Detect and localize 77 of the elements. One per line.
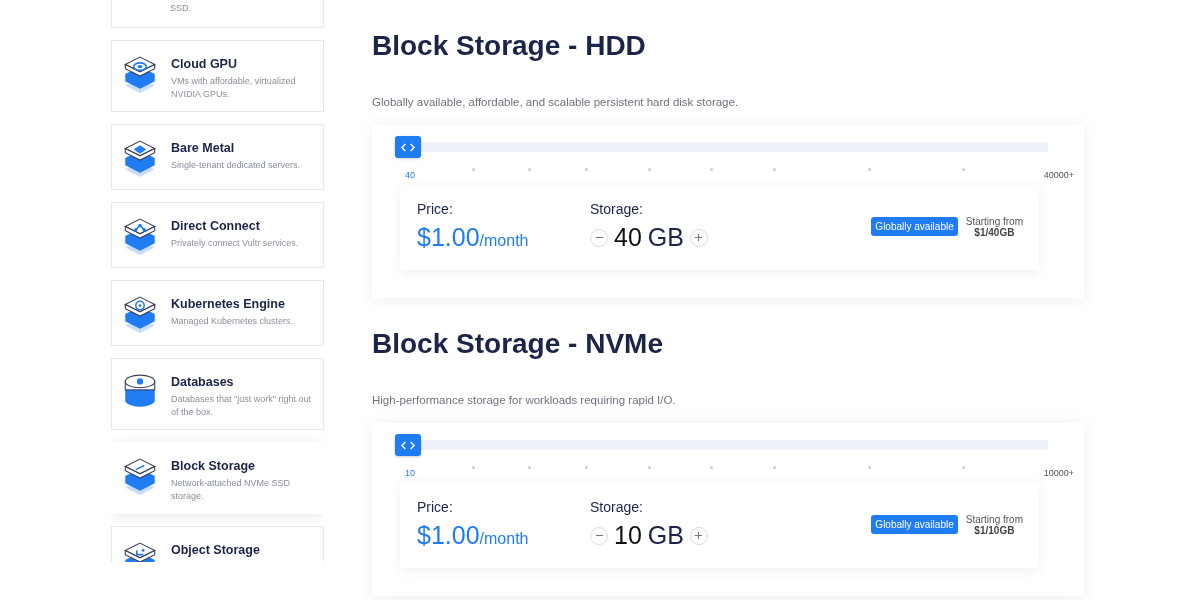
scale-min-label: 10 <box>405 468 415 478</box>
price-label: Price: <box>417 499 454 515</box>
product-icon <box>122 55 158 95</box>
scale-max-label: 10000+ <box>1043 468 1074 478</box>
tick-mark <box>867 168 871 171</box>
price-period: /month <box>479 530 529 548</box>
product-description: Network-attached NVMe SSD storage. <box>171 477 292 503</box>
slider-thumb[interactable] <box>395 136 421 158</box>
tick-mark <box>710 466 714 469</box>
availability-badge: Globally available <box>871 515 958 534</box>
plus-icon <box>694 233 704 242</box>
product-card[interactable]: Bare Metal Single-tenant dedicated servers. <box>111 124 324 190</box>
section-title: Block Storage - HDD <box>372 30 647 62</box>
product-title: Kubernetes Engine <box>171 297 286 311</box>
starting-label: Starting from <box>965 215 1023 227</box>
product-title: Direct Connect <box>171 219 261 233</box>
product-card[interactable]: Block Storage Network-attached NVMe SSD storage. <box>111 442 324 514</box>
slider-thumb[interactable] <box>395 434 421 456</box>
storage-label: Storage: <box>590 201 644 217</box>
section-title: Block Storage - NVMe <box>372 328 664 360</box>
availability-badge: Globally available <box>871 217 958 236</box>
price-period: /month <box>479 232 529 250</box>
price-label: Price: <box>417 201 454 217</box>
tick-mark <box>647 168 651 171</box>
increase-button[interactable] <box>689 526 708 545</box>
product-title: Cloud GPU <box>171 57 238 71</box>
product-card[interactable]: SSD. <box>111 0 324 28</box>
storage-label: Storage: <box>590 499 644 515</box>
starting-label: Starting from <box>965 513 1023 525</box>
product-description: SSD. <box>170 2 191 15</box>
product-title: Databases <box>171 375 235 389</box>
product-card[interactable]: Object Storage <box>111 526 324 562</box>
tick-mark <box>773 466 777 469</box>
tick-mark <box>773 168 777 171</box>
scale-min-label: 40 <box>405 170 415 180</box>
product-card[interactable]: Direct Connect Privately connect Vultr services. <box>111 202 324 268</box>
product-card[interactable]: Cloud GPU VMs with affordable, virtualized NVIDIA GPUs. <box>111 40 324 112</box>
section-description: Globally available, affordable, and scalable persistent hard disk storage. <box>372 96 740 108</box>
starting-price: $1/10GB <box>974 524 1016 536</box>
product-description: Privately connect Vultr services. <box>171 237 299 250</box>
product-description: Managed Kubernetes clusters. <box>171 315 294 328</box>
tick-mark <box>961 466 965 469</box>
price-value: $1.00 <box>417 223 480 252</box>
tick-mark <box>647 466 651 469</box>
storage-unit: GB <box>647 521 684 550</box>
product-icon <box>122 139 158 179</box>
tick-mark <box>471 168 475 171</box>
product-card[interactable]: Kubernetes Engine Managed Kubernetes clusters. <box>111 280 324 346</box>
tick-mark <box>961 168 965 171</box>
tick-mark <box>584 168 588 171</box>
chevrons-icon <box>401 440 415 450</box>
plus-icon <box>694 531 704 540</box>
increase-button[interactable] <box>689 228 708 247</box>
tick-mark <box>584 466 588 469</box>
price-value: $1.00 <box>417 521 480 550</box>
product-icon <box>122 295 158 335</box>
product-card[interactable]: Databases Databases that "just work" right out of the box. <box>111 358 324 430</box>
product-title: Block Storage <box>171 459 257 473</box>
section-description: High-performance storage for workloads requiring rapid I/O. <box>372 394 677 406</box>
starting-price: $1/40GB <box>974 226 1016 238</box>
product-description: Single-tenant dedicated servers. <box>171 159 301 172</box>
product-icon <box>122 217 158 257</box>
storage-value: 10 <box>614 521 642 550</box>
tick-mark <box>710 168 714 171</box>
product-description: Databases that "just work" right out of the box. <box>171 393 312 419</box>
product-title: Bare Metal <box>171 141 236 155</box>
storage-value: 40 <box>614 223 642 252</box>
storage-unit: GB <box>647 223 684 252</box>
scale-max-label: 40000+ <box>1043 170 1074 180</box>
product-icon <box>122 457 158 497</box>
product-description: VMs with affordable, virtualized NVIDIA GPUs. <box>171 75 297 101</box>
tick-mark <box>471 466 475 469</box>
chevrons-icon <box>401 142 415 152</box>
product-title: Object Storage <box>171 543 260 557</box>
tick-mark <box>867 466 871 469</box>
tick-mark <box>528 168 532 171</box>
tick-mark <box>528 466 532 469</box>
